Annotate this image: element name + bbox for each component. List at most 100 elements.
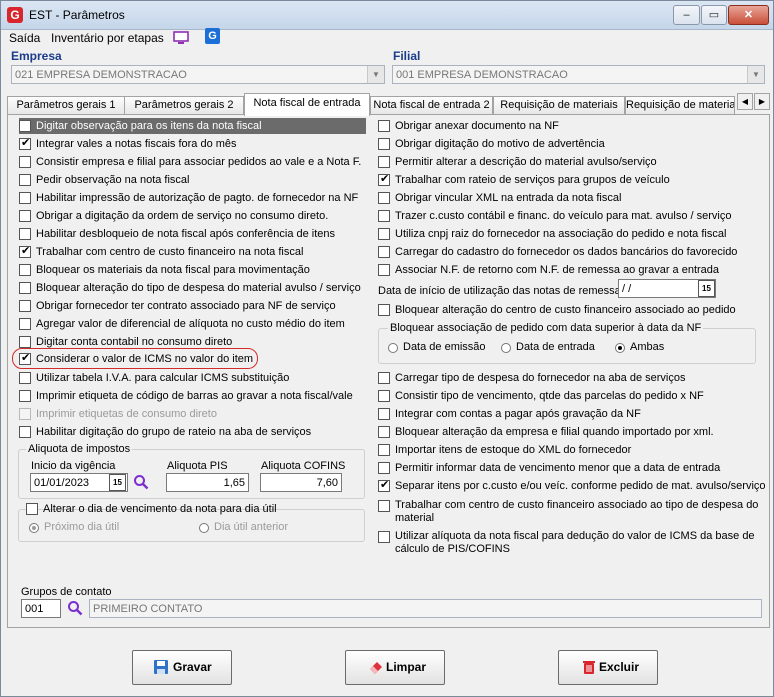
radio-dot[interactable] xyxy=(388,343,398,353)
checkbox[interactable] xyxy=(378,462,390,474)
checkbox[interactable] xyxy=(378,120,390,132)
checkbox[interactable] xyxy=(378,426,390,438)
check-cc-tipo-despesa[interactable]: Trabalhar com centro de custo financeiro… xyxy=(378,498,763,526)
checkbox[interactable] xyxy=(378,408,390,420)
search-icon[interactable] xyxy=(133,474,149,490)
window: G EST - Parâmetros – ▭ ✕ Saída Inventári… xyxy=(0,0,774,697)
pis-input[interactable]: 1,65 xyxy=(166,473,249,492)
empresa-label: Empresa xyxy=(11,49,62,63)
empresa-value: 021 EMPRESA DEMONSTRACAO xyxy=(15,69,187,81)
chevron-down-icon[interactable]: ▼ xyxy=(367,66,384,83)
checkbox[interactable] xyxy=(19,300,31,312)
checkbox[interactable] xyxy=(19,174,31,186)
window-title: EST - Parâmetros xyxy=(29,8,125,22)
calendar-icon[interactable]: 15 xyxy=(109,474,126,491)
tab-strip: Parâmetros gerais 1 Parâmetros gerais 2 … xyxy=(7,93,771,116)
radio-dot[interactable] xyxy=(615,343,625,353)
clear-button[interactable]: Limpar xyxy=(345,650,445,685)
checkbox[interactable] xyxy=(26,503,38,515)
checkbox[interactable] xyxy=(378,372,390,384)
menu-saida[interactable]: Saída xyxy=(9,31,40,45)
vigencia-label: Inicio da vigência xyxy=(31,460,116,472)
checkbox[interactable] xyxy=(19,336,31,348)
empresa-select[interactable]: 021 EMPRESA DEMONSTRACAO ▼ xyxy=(11,65,385,84)
checkbox[interactable] xyxy=(378,228,390,240)
trash-icon xyxy=(583,661,595,674)
checkbox[interactable] xyxy=(378,304,390,316)
eraser-icon xyxy=(370,662,382,674)
aliquota-title: Aliquota de impostos xyxy=(26,443,133,455)
tab-scroll-left-icon[interactable]: ◀ xyxy=(737,93,753,110)
checkbox[interactable] xyxy=(19,228,31,240)
bloquear-pedido-title: Bloquear associação de pedido com data s… xyxy=(388,322,704,334)
checkbox[interactable] xyxy=(19,136,31,150)
checkbox[interactable] xyxy=(19,120,31,132)
menu-bar: Saída Inventário por etapas xyxy=(1,30,773,48)
checkbox[interactable] xyxy=(378,210,390,222)
minimize-button[interactable]: – xyxy=(673,5,700,25)
checkbox[interactable] xyxy=(378,444,390,456)
check-digitar-observacao[interactable]: Digitar observação para os itens da nota… xyxy=(19,118,366,134)
checkbox[interactable] xyxy=(19,192,31,204)
checkbox[interactable] xyxy=(378,172,390,186)
grupos-label: Grupos de contato xyxy=(21,586,112,598)
checkbox[interactable] xyxy=(19,390,31,402)
calendar-icon[interactable]: 15 xyxy=(698,280,715,297)
radio-dot xyxy=(29,523,39,533)
check-alterar-vencimento[interactable]: Alterar o dia de vencimento da nota para… xyxy=(26,501,277,517)
grupos-name-input: PRIMEIRO CONTATO xyxy=(89,599,762,618)
delete-label: Excluir xyxy=(599,660,640,674)
filial-label: Filial xyxy=(393,49,421,63)
checkbox[interactable] xyxy=(378,264,390,276)
save-label: Gravar xyxy=(173,660,212,674)
floppy-disk-icon xyxy=(154,660,168,674)
tab-nota-fiscal-entrada[interactable]: Nota fiscal de entrada xyxy=(244,93,370,116)
data-inicio-label: Data de início de utilização das notas d… xyxy=(378,285,621,297)
brand-icon[interactable]: G xyxy=(205,28,220,44)
checkbox[interactable] xyxy=(378,478,390,492)
checkbox[interactable] xyxy=(19,156,31,168)
tab-scroll-right-icon[interactable]: ▶ xyxy=(754,93,770,110)
title-bar: G EST - Parâmetros – ▭ ✕ xyxy=(1,1,773,30)
close-button[interactable]: ✕ xyxy=(728,5,769,25)
checkbox[interactable] xyxy=(378,156,390,168)
monitor-icon[interactable] xyxy=(173,31,189,45)
checkbox[interactable] xyxy=(378,246,390,258)
checkbox[interactable] xyxy=(378,531,390,543)
cofins-input[interactable]: 7,60 xyxy=(260,473,342,492)
checkbox[interactable] xyxy=(19,244,31,258)
radio-dot xyxy=(199,523,209,533)
checkbox[interactable] xyxy=(378,500,390,512)
cofins-label: Aliquota COFINS xyxy=(261,460,346,472)
checkbox[interactable] xyxy=(378,390,390,402)
filial-select[interactable]: 001 EMPRESA DEMONSTRACAO ▼ xyxy=(392,65,765,84)
checkbox[interactable] xyxy=(19,372,31,384)
checkbox[interactable] xyxy=(19,210,31,222)
tab-parametros-gerais-1[interactable]: Parâmetros gerais 1 xyxy=(7,96,125,115)
menu-inventario[interactable]: Inventário por etapas xyxy=(51,31,164,45)
check-aliquota-pis-cofins[interactable]: Utilizar alíquota da nota fiscal para de… xyxy=(378,529,763,557)
checkbox[interactable] xyxy=(19,282,31,294)
maximize-button[interactable]: ▭ xyxy=(701,5,727,25)
tab-nota-fiscal-entrada-2[interactable]: Nota fiscal de entrada 2 xyxy=(370,96,493,115)
chevron-down-icon[interactable]: ▼ xyxy=(747,66,764,83)
checkbox[interactable] xyxy=(378,192,390,204)
app-logo-icon: G xyxy=(7,7,23,23)
tab-requisicao-materiais[interactable]: Requisição de materiais xyxy=(493,96,625,115)
checkbox[interactable] xyxy=(19,426,31,438)
checkbox[interactable] xyxy=(19,318,31,330)
checkbox[interactable] xyxy=(19,264,31,276)
pis-label: Aliquota PIS xyxy=(167,460,228,472)
save-button[interactable]: Gravar xyxy=(132,650,232,685)
clear-label: Limpar xyxy=(386,660,427,674)
checkbox xyxy=(19,408,31,420)
delete-button[interactable]: Excluir xyxy=(558,650,658,685)
filial-value: 001 EMPRESA DEMONSTRACAO xyxy=(396,69,568,81)
radio-dot[interactable] xyxy=(501,343,511,353)
checkbox[interactable] xyxy=(378,138,390,150)
highlight-annotation xyxy=(12,348,258,369)
search-icon[interactable] xyxy=(67,600,83,616)
tab-parametros-gerais-2[interactable]: Parâmetros gerais 2 xyxy=(124,96,244,115)
grupos-code-input[interactable]: 001 xyxy=(21,599,61,618)
tab-requisicao-materiais-2[interactable]: Requisição de materiais xyxy=(625,96,735,115)
